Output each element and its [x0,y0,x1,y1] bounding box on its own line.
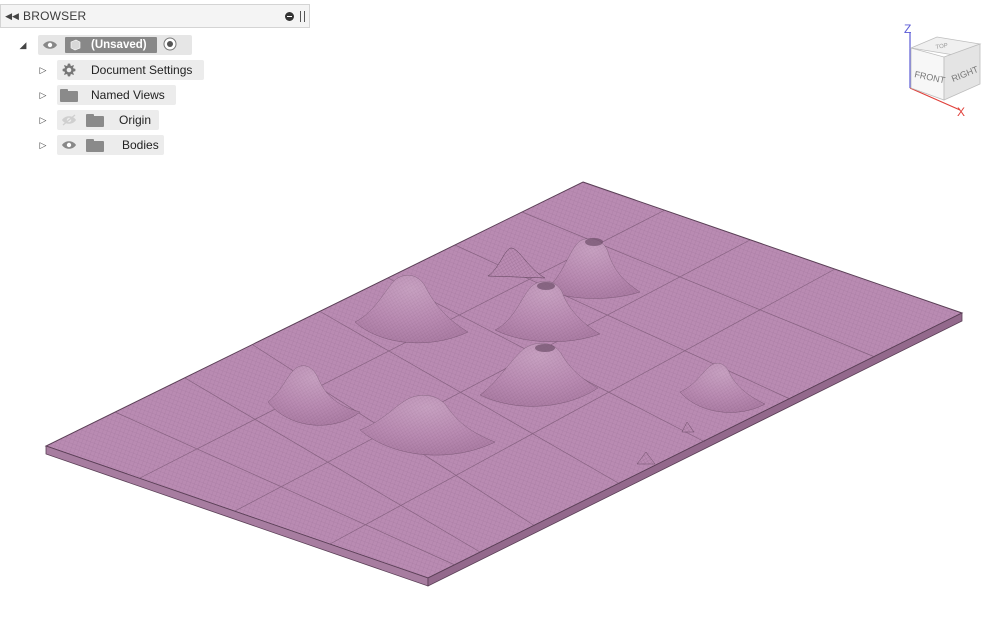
root-component-label[interactable]: (Unsaved) [65,37,157,53]
item-label: Document Settings [91,63,193,77]
component-icon [70,39,81,51]
item-label: Origin [119,113,152,127]
activate-radio-icon[interactable] [163,37,177,54]
tree-root-row[interactable]: ◢ (Unsaved) [0,35,200,55]
bodies-node[interactable]: Bodies [57,135,164,155]
collapsed-triangle-icon[interactable]: ▷ [38,115,48,125]
eye-icon[interactable] [60,139,78,151]
origin-node[interactable]: Origin [57,110,159,130]
item-label: Named Views [91,88,165,102]
folder-icon [86,113,104,127]
browser-panel-header[interactable]: ◀◀ BROWSER [0,4,310,28]
collapsed-triangle-icon[interactable]: ▷ [38,65,48,75]
document-settings-node[interactable]: Document Settings [57,60,204,80]
root-node[interactable]: (Unsaved) [38,35,192,55]
collapsed-triangle-icon[interactable]: ▷ [38,90,48,100]
eye-icon[interactable] [41,39,59,51]
named-views-node[interactable]: Named Views [57,85,176,105]
pin-icon[interactable] [300,10,305,22]
viewcube[interactable]: Z X TOP FRONT RIGHT [896,18,988,118]
eye-hidden-icon[interactable] [60,114,78,126]
canvas-viewport[interactable]: ◀◀ BROWSER ◢ (Unsaved) ▷ Document Settin… [0,0,1000,621]
axis-x-label: X [957,105,965,118]
collapsed-triangle-icon[interactable]: ▷ [38,140,48,150]
expanded-triangle-icon[interactable]: ◢ [18,40,28,50]
folder-icon [60,88,78,102]
gear-icon [60,62,78,78]
axis-z-label: Z [904,22,911,36]
options-icon[interactable] [285,11,294,21]
item-label: Bodies [122,138,159,152]
root-name: (Unsaved) [91,39,147,51]
browser-title: BROWSER [23,9,87,23]
double-left-arrow-icon[interactable]: ◀◀ [1,11,23,22]
folder-icon [86,138,104,152]
